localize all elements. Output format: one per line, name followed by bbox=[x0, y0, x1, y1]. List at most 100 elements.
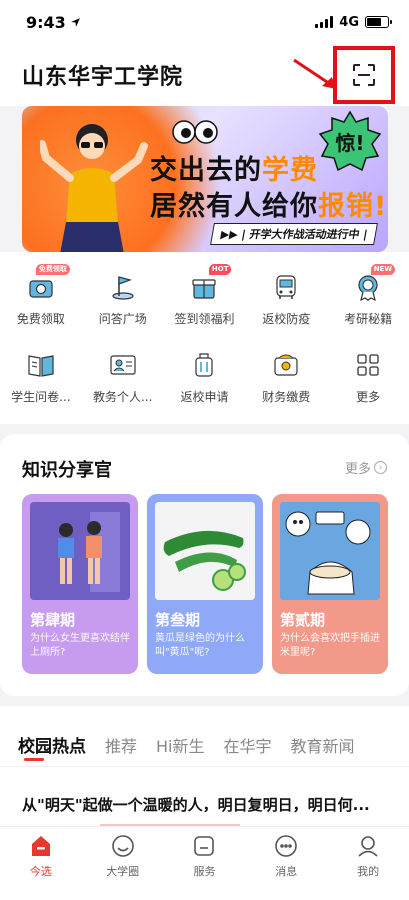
luggage-icon bbox=[189, 350, 219, 380]
nav-label: 今选 bbox=[29, 865, 52, 878]
nav-label: 我的 bbox=[357, 865, 380, 878]
divider bbox=[0, 766, 409, 767]
tab-education-news[interactable]: 教育新闻 bbox=[291, 733, 355, 757]
badge-hot: HOT bbox=[208, 264, 232, 275]
grid-label: 问答广场 bbox=[98, 312, 147, 326]
stamp-text: 惊! bbox=[335, 131, 364, 155]
nav-label: 消息 bbox=[275, 865, 298, 878]
arrow-pointer-icon bbox=[293, 58, 336, 89]
period-title: 第肆期 bbox=[30, 611, 76, 629]
grid-item-checkin-benefits[interactable]: HOT 签到领福利 bbox=[164, 264, 246, 327]
tab-recommend[interactable]: 推荐 bbox=[105, 733, 137, 757]
home-icon bbox=[31, 836, 50, 856]
banner-line2-accent: 报销! bbox=[318, 191, 388, 222]
grid-more-icon bbox=[353, 350, 383, 380]
scan-button[interactable] bbox=[333, 46, 395, 104]
grid-label: 学生问卷... bbox=[11, 390, 71, 404]
period-card-4[interactable]: 第肆期 为什么女生更喜欢结伴上厕所? bbox=[22, 494, 138, 674]
network-label: 4G bbox=[339, 14, 359, 30]
period-desc: 为什么会喜欢把手插进米里呢? bbox=[280, 633, 380, 658]
gift-camera-icon: 免费领取 bbox=[26, 264, 70, 302]
badge-free: 免费领取 bbox=[35, 264, 70, 275]
status-indicators: 4G bbox=[315, 14, 392, 30]
bottom-nav: 今选 大学圈 服务 消息 我的 bbox=[0, 826, 409, 900]
tab-hi-freshman[interactable]: Hi新生 bbox=[156, 733, 204, 757]
page-title: 山东华宇工学院 bbox=[22, 65, 184, 90]
grid-item-return-epidemic[interactable]: 返校防疫 bbox=[245, 272, 327, 327]
tab-campus-hot[interactable]: 校园热点 bbox=[18, 732, 86, 757]
period-desc: 黄瓜是绿色的为什么叫"黄瓜"呢? bbox=[155, 633, 245, 658]
promo-banner[interactable]: 交出去的学费 居然有人给你报销! ▶▶ | 开学大作战活动进行中 | 惊! bbox=[22, 106, 388, 252]
wallet-icon bbox=[271, 350, 301, 380]
flag-icon bbox=[108, 272, 138, 302]
banner-headline-1: 交出去的学费 bbox=[150, 148, 318, 187]
grid-label: 返校防疫 bbox=[262, 312, 311, 326]
news-tabs: 校园热点 推荐 Hi新生 在华宇 教育新闻 bbox=[18, 732, 355, 757]
location-arrow-icon bbox=[70, 17, 80, 27]
gift-box-icon: HOT bbox=[189, 264, 232, 302]
grid-label: 更多 bbox=[356, 390, 381, 404]
grid-label: 财务缴费 bbox=[262, 390, 311, 404]
nav-label: 大学圈 bbox=[106, 865, 140, 878]
service-icon bbox=[194, 836, 215, 856]
news-section: 校园热点 推荐 Hi新生 在华宇 教育新闻 从"明天"起做一个温暖的人，明日复明… bbox=[0, 706, 409, 826]
banner-headline-2: 居然有人给你报销! bbox=[150, 184, 387, 223]
more-label: 更多 bbox=[344, 462, 371, 477]
nav-item-messages[interactable]: 消息 bbox=[245, 827, 327, 900]
scan-icon bbox=[353, 64, 375, 86]
app-header: 山东华宇工学院 bbox=[0, 44, 409, 106]
stamp-icon: 惊! bbox=[318, 110, 382, 172]
quick-grid-row-2: 学生问卷... 教务个人... 返校申请 财务缴费 更多 bbox=[0, 350, 409, 405]
chevron-right-icon: › bbox=[374, 461, 387, 474]
period-title: 第叁期 bbox=[155, 611, 201, 629]
cell-signal-icon bbox=[315, 16, 334, 28]
grid-label: 教务个人... bbox=[92, 390, 153, 404]
grid-label: 考研秘籍 bbox=[344, 312, 393, 326]
tab-at-huayu[interactable]: 在华宇 bbox=[224, 733, 272, 757]
period-card-3[interactable]: 第叁期 黄瓜是绿色的为什么叫"黄瓜"呢? bbox=[147, 494, 263, 674]
grid-item-qa-square[interactable]: 问答广场 bbox=[82, 272, 164, 327]
banner-eyes-icon bbox=[172, 120, 218, 144]
profile-icon bbox=[358, 836, 378, 857]
banner-tag: ▶▶ | 开学大作战活动进行中 | bbox=[210, 223, 379, 245]
badge-new: NEW bbox=[370, 264, 396, 275]
battery-icon bbox=[365, 16, 392, 28]
nav-item-service[interactable]: 服务 bbox=[164, 827, 246, 900]
banner-line2-text: 居然有人给你 bbox=[150, 191, 318, 222]
nav-item-college-circle[interactable]: 大学圈 bbox=[82, 827, 164, 900]
grid-item-free-claim[interactable]: 免费领取 免费领取 bbox=[0, 264, 82, 327]
more-link[interactable]: 更多 › bbox=[345, 458, 387, 477]
bus-icon bbox=[271, 272, 301, 302]
section-title: 知识分享官 bbox=[22, 460, 112, 481]
status-time: 9:43 bbox=[26, 13, 81, 32]
nav-label: 服务 bbox=[193, 865, 216, 878]
clock-text: 9:43 bbox=[26, 12, 66, 32]
smile-icon bbox=[111, 835, 134, 857]
period-card-2[interactable]: 第贰期 为什么会喜欢把手插进米里呢? bbox=[272, 494, 388, 674]
banner-illustration-person bbox=[40, 124, 148, 252]
quick-grid-row-1: 免费领取 免费领取 问答广场 HOT 签到领福利 返校防疫 NEW 考研秘籍 bbox=[0, 264, 409, 327]
grid-label: 返校申请 bbox=[180, 390, 229, 404]
grid-item-exam-tips[interactable]: NEW 考研秘籍 bbox=[327, 264, 409, 327]
book-icon bbox=[26, 350, 56, 380]
period-title: 第贰期 bbox=[280, 611, 326, 629]
nav-item-today[interactable]: 今选 bbox=[0, 827, 82, 900]
period-desc: 为什么女生更喜欢结伴上厕所? bbox=[30, 633, 130, 658]
grid-item-finance-payment[interactable]: 财务缴费 bbox=[245, 350, 327, 405]
period-3-illustration bbox=[155, 502, 255, 600]
grid-label: 签到领福利 bbox=[174, 312, 235, 326]
grid-item-student-survey[interactable]: 学生问卷... bbox=[0, 350, 82, 405]
status-bar: 9:43 4G bbox=[0, 0, 409, 44]
nav-item-mine[interactable]: 我的 bbox=[327, 827, 409, 900]
period-2-illustration bbox=[280, 502, 380, 600]
banner-line1-accent: 学费 bbox=[262, 155, 318, 186]
banner-line1-text: 交出去的 bbox=[150, 155, 262, 186]
active-tab-indicator bbox=[24, 758, 44, 761]
grid-item-return-application[interactable]: 返校申请 bbox=[164, 350, 246, 405]
award-icon: NEW bbox=[353, 264, 396, 302]
grid-label: 免费领取 bbox=[16, 312, 65, 326]
grid-item-academic-personal[interactable]: 教务个人... bbox=[82, 350, 164, 405]
message-icon bbox=[275, 835, 298, 857]
news-headline[interactable]: 从"明天"起做一个温暖的人，明日复明日，明日何... bbox=[22, 794, 392, 815]
grid-item-more[interactable]: 更多 bbox=[327, 350, 409, 405]
